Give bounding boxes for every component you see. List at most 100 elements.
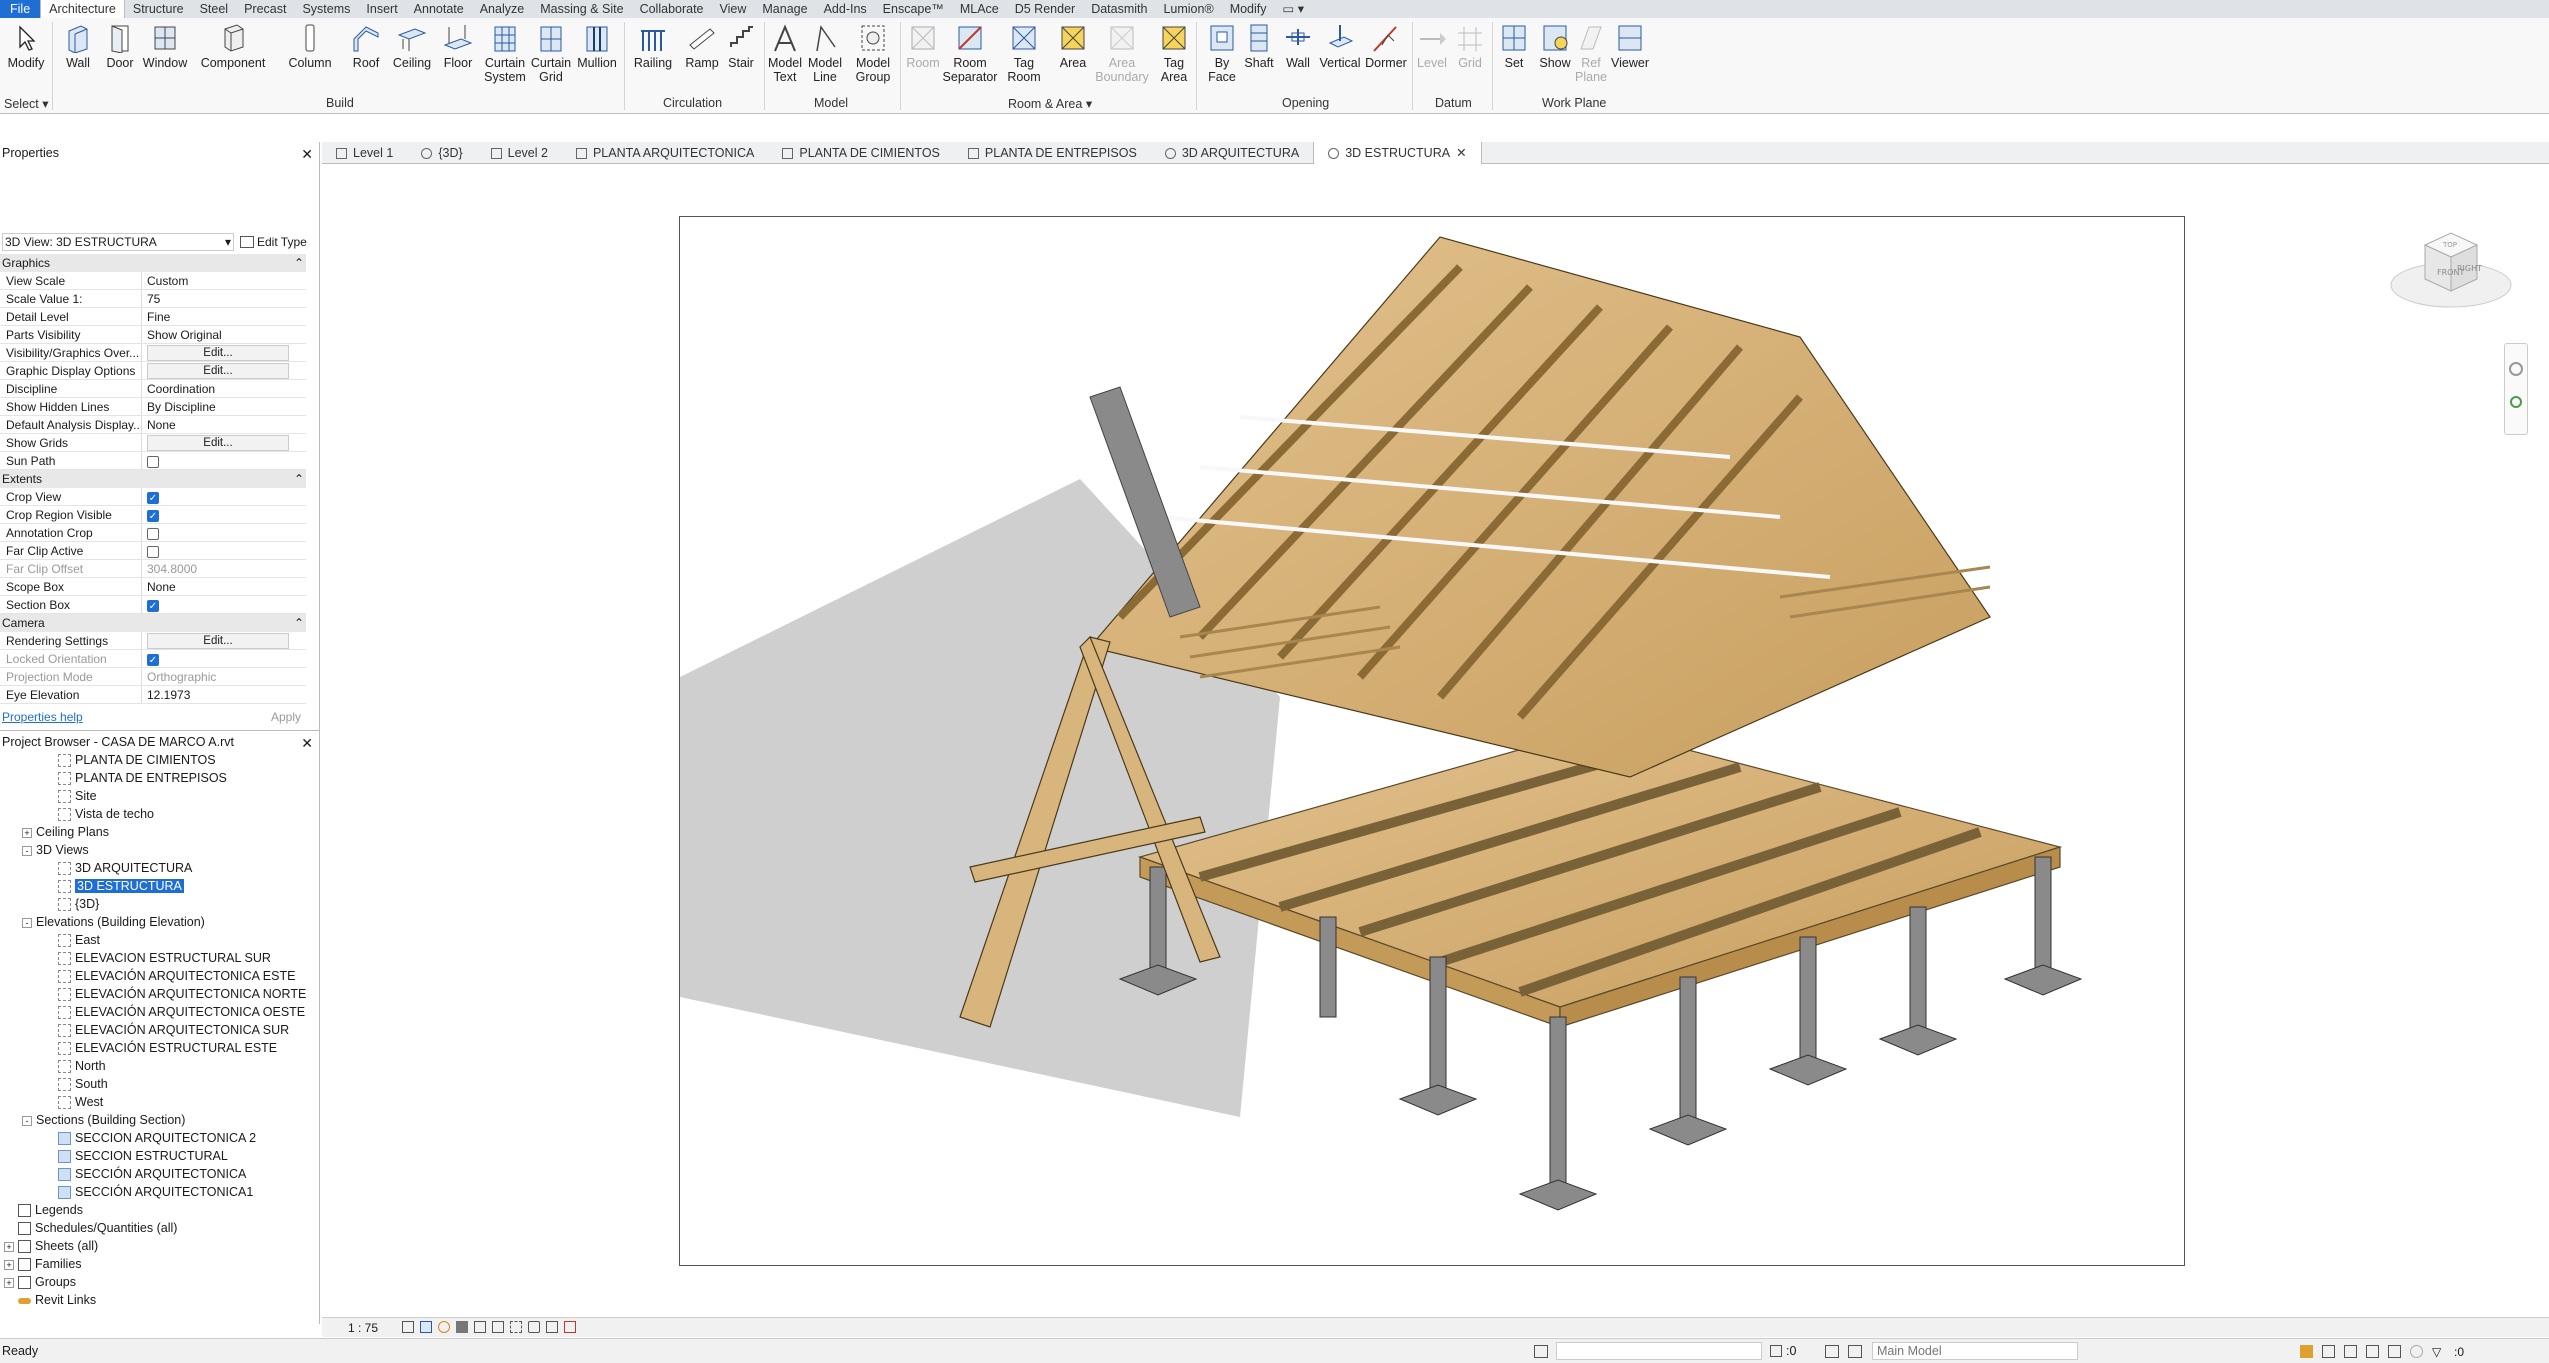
ribbon-tab-analyze[interactable]: Analyze (472, 0, 532, 18)
browser-item[interactable]: ELEVACIÓN ARQUITECTONICA SUR (0, 1021, 319, 1039)
edit-button[interactable]: Edit... (147, 345, 289, 361)
design-option-dropdown[interactable]: Main Model (1872, 1342, 2078, 1360)
stair-button[interactable]: Stair (722, 22, 760, 70)
browser-item[interactable]: - Sections (Building Section) (0, 1111, 319, 1129)
area-boundary-button[interactable]: Area Boundary (1095, 22, 1149, 84)
type-selector-dropdown[interactable]: 3D View: 3D ESTRUCTURA ▾ (2, 233, 234, 251)
view-tab[interactable]: Level 2 (477, 142, 562, 164)
property-value[interactable]: None (142, 578, 306, 595)
lock-view-icon[interactable] (528, 1321, 540, 1333)
model-group-button[interactable]: Model Group (852, 22, 894, 84)
collapse-icon[interactable]: - (22, 1115, 32, 1126)
extents-section-header[interactable]: Extents ⌃ (0, 470, 306, 488)
background-processes-icon[interactable] (2410, 1345, 2423, 1358)
ribbon-tab-architecture[interactable]: Architecture (40, 0, 125, 18)
room-area-panel-label[interactable]: Room & Area ▾ (1008, 96, 1092, 111)
curtain-system-button[interactable]: Curtain System (482, 22, 528, 84)
viewcube-right[interactable]: RIGHT (2457, 264, 2482, 273)
column-button[interactable]: Column (286, 22, 334, 70)
browser-item[interactable]: SECCIÓN ARQUITECTONICA1 (0, 1183, 319, 1201)
sun-path-icon[interactable] (438, 1321, 450, 1333)
select-underlay-icon[interactable] (2322, 1345, 2335, 1358)
close-icon[interactable]: ✕ (301, 735, 313, 751)
tag-area-button[interactable]: Tag Area (1156, 22, 1192, 84)
expand-icon[interactable]: + (22, 827, 32, 838)
level-button[interactable]: Level (1414, 22, 1450, 70)
ceiling-button[interactable]: Ceiling (392, 22, 432, 70)
select-panel-label[interactable]: Select ▾ (4, 96, 49, 111)
edit-type-button[interactable]: Edit Type (240, 235, 307, 249)
ribbon-tab-datasmith[interactable]: Datasmith (1083, 0, 1155, 18)
view-tab[interactable]: PLANTA DE CIMIENTOS (768, 142, 954, 164)
by-face-button[interactable]: By Face (1202, 22, 1242, 84)
property-value[interactable]: Coordination (142, 380, 306, 397)
area-button[interactable]: Area (1054, 22, 1092, 70)
browser-item[interactable]: SECCION ESTRUCTURAL (0, 1147, 319, 1165)
browser-item[interactable]: SECCIÓN ARQUITECTONICA (0, 1165, 319, 1183)
edit-button[interactable]: Edit... (147, 633, 289, 649)
property-value[interactable]: Edit... (142, 344, 306, 361)
view-tab[interactable]: PLANTA ARQUITECTONICA (562, 142, 768, 164)
collapse-icon[interactable]: - (22, 917, 32, 928)
ribbon-tab-massing-site[interactable]: Massing & Site (532, 0, 631, 18)
worksets-icon[interactable] (1534, 1345, 1548, 1358)
browser-item[interactable]: PLANTA DE CIMIENTOS (0, 751, 319, 769)
browser-item[interactable]: East (0, 931, 319, 949)
browser-item[interactable]: Legends (0, 1201, 319, 1219)
ribbon-tab-structure[interactable]: Structure (125, 0, 192, 18)
ribbon-tab-annotate[interactable]: Annotate (406, 0, 472, 18)
property-value[interactable]: ✓ (142, 488, 306, 505)
ribbon-tab-steel[interactable]: Steel (192, 0, 237, 18)
select-pinned-icon[interactable] (2344, 1345, 2357, 1358)
ribbon-tab-d5-render[interactable]: D5 Render (1007, 0, 1083, 18)
show-crop-icon[interactable] (510, 1321, 522, 1333)
property-value[interactable]: Edit... (142, 434, 306, 451)
model-text-button[interactable]: Model Text (766, 22, 804, 84)
browser-item[interactable]: Revit Links (0, 1291, 319, 1309)
property-value[interactable]: Edit... (142, 632, 306, 649)
ribbon-tab-mlace[interactable]: MLAce (952, 0, 1007, 18)
ribbon-tab-add-ins[interactable]: Add-Ins (816, 0, 875, 18)
browser-item[interactable]: ELEVACIÓN ESTRUCTURAL ESTE (0, 1039, 319, 1057)
browser-item[interactable]: West (0, 1093, 319, 1111)
graphics-section-header[interactable]: Graphics ⌃ (0, 254, 306, 272)
ribbon-tab-insert[interactable]: Insert (358, 0, 405, 18)
edit-button[interactable]: Edit... (147, 435, 289, 451)
select-by-face-icon[interactable] (2366, 1345, 2379, 1358)
browser-item[interactable]: Vista de techo (0, 805, 319, 823)
expand-icon[interactable]: + (4, 1259, 14, 1270)
ribbon-tab-collaborate[interactable]: Collaborate (632, 0, 712, 18)
view-scale-button[interactable]: 1 : 75 (348, 1321, 378, 1335)
browser-item[interactable]: 3D ESTRUCTURA (0, 877, 319, 895)
property-value[interactable]: By Discipline (142, 398, 306, 415)
exclude-options-icon[interactable] (1848, 1345, 1862, 1358)
zoom-icon[interactable] (2510, 396, 2522, 408)
checkbox[interactable] (147, 527, 159, 540)
ribbon-collapse-icon[interactable]: ▭ ▾ (1275, 0, 1313, 18)
floor-button[interactable]: Floor (440, 22, 476, 70)
ref-plane-button[interactable]: Ref Plane (1575, 22, 1607, 84)
collapse-icon[interactable]: - (22, 845, 32, 856)
browser-item[interactable]: ELEVACIÓN ARQUITECTONICA OESTE (0, 1003, 319, 1021)
checkbox[interactable]: ✓ (147, 599, 159, 612)
property-value[interactable] (142, 524, 306, 541)
camera-section-header[interactable]: Camera ⌃ (0, 614, 306, 632)
browser-item[interactable]: SECCION ARQUITECTONICA 2 (0, 1129, 319, 1147)
filter-icon[interactable]: ▽ (2432, 1345, 2445, 1359)
dormer-button[interactable]: Dormer (1364, 22, 1408, 70)
property-value[interactable]: Custom (142, 272, 306, 289)
property-value[interactable]: 12.1973 (142, 686, 306, 703)
ribbon-tab-enscape-[interactable]: Enscape™ (875, 0, 952, 18)
browser-item[interactable]: ELEVACIÓN ARQUITECTONICA NORTE (0, 985, 319, 1003)
view-tab[interactable]: Level 1 (322, 142, 407, 164)
roof-button[interactable]: Roof (348, 22, 384, 70)
wall-opening-button[interactable]: Wall (1280, 22, 1316, 70)
browser-item[interactable]: + Groups (0, 1273, 319, 1291)
browser-item[interactable]: PLANTA DE ENTREPISOS (0, 769, 319, 787)
property-value[interactable]: Edit... (142, 362, 306, 379)
wall-button[interactable]: Wall (62, 22, 94, 70)
component-button[interactable]: Component (200, 22, 266, 70)
browser-item[interactable]: ELEVACIÓN ARQUITECTONICA ESTE (0, 967, 319, 985)
visual-style-icon[interactable] (420, 1321, 432, 1333)
grid-button[interactable]: Grid (1452, 22, 1488, 70)
